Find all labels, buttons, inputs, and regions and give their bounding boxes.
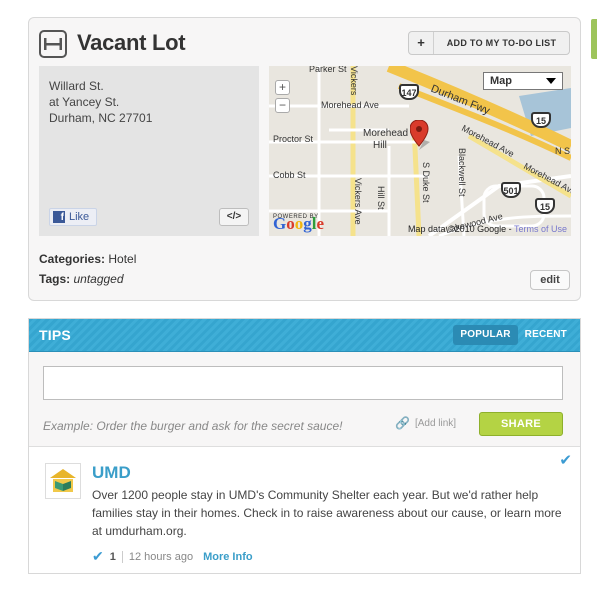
map-street-label: Morehead — [363, 128, 409, 139]
map-street-label: N S — [555, 146, 571, 156]
add-to-todo-label: ADD TO MY TO-DO LIST — [446, 38, 557, 48]
facebook-like-button[interactable]: f Like — [49, 208, 97, 226]
route-shield-icon: 501 — [501, 182, 521, 198]
tip-item: UMD ✔ Over 1200 people stay in UMD's Com… — [29, 447, 580, 573]
map-credit: Map data ©2010 Google - Terms of Use — [408, 224, 567, 234]
map-street-label: Blackwell St — [457, 148, 467, 197]
address-line: Durham, NC 27701 — [49, 111, 153, 125]
address-line: at Yancey St. — [49, 95, 120, 109]
map-street-label: Morehead Ave — [321, 100, 379, 110]
category-link[interactable]: Hotel — [108, 252, 136, 266]
divider — [121, 550, 123, 563]
plus-icon: + — [409, 32, 434, 54]
route-shield-icon: 147 — [399, 84, 419, 100]
share-button[interactable]: SHARE — [479, 412, 563, 436]
venue-category-icon — [39, 30, 67, 58]
map-street-label: Hill — [373, 140, 387, 151]
tags-value: untagged — [73, 272, 124, 286]
link-icon: 🔗 — [395, 416, 410, 430]
route-shield-icon: 15 — [531, 112, 551, 128]
map-street-label: Vickers — [349, 66, 359, 96]
add-link-label: [Add link] — [414, 417, 457, 429]
embed-button[interactable]: </> — [219, 208, 249, 226]
tips-header: TIPS POPULAR RECENT — [29, 319, 580, 352]
map-pin-icon[interactable] — [410, 120, 432, 152]
map-street-label: S Duke St — [421, 162, 431, 203]
umd-logo-icon — [50, 469, 76, 492]
categories-label: Categories: — [39, 252, 106, 266]
venue-card: Vacant Lot + ADD TO MY TO-DO LIST Willar… — [28, 17, 581, 301]
tips-tabs: POPULAR RECENT — [453, 325, 574, 345]
map-type-label: Map — [490, 75, 512, 87]
terms-of-use-link[interactable]: Terms of Use — [514, 224, 567, 234]
zoom-in-button[interactable]: + — [275, 80, 290, 95]
tab-popular[interactable]: POPULAR — [453, 325, 518, 345]
avatar[interactable] — [45, 463, 81, 499]
tip-text: Over 1200 people stay in UMD's Community… — [92, 488, 562, 538]
map-street-label: Parker St — [309, 66, 347, 74]
map-street-label: Vickers Ave — [353, 178, 363, 225]
tip-example-text: Example: Order the burger and ask for th… — [43, 419, 343, 433]
tip-timestamp: 12 hours ago — [128, 550, 194, 563]
map-type-select[interactable]: Map — [483, 72, 563, 90]
side-tab — [591, 19, 597, 59]
map-street-label: Proctor St — [273, 134, 314, 144]
tags-label: Tags: — [39, 272, 71, 286]
categories-row: Categories: Hotel — [39, 252, 136, 266]
map-street-label: Cobb St — [273, 170, 306, 180]
map-street-label: Hill St — [376, 186, 386, 210]
tips-title: TIPS — [39, 327, 71, 343]
address-line: Willard St. — [49, 79, 104, 93]
dropdown-arrow-icon — [546, 78, 556, 84]
add-link-button[interactable]: 🔗 [Add link] — [395, 416, 456, 430]
tip-input[interactable] — [43, 366, 563, 400]
venue-address: Willard St. at Yancey St. Durham, NC 277… — [49, 78, 152, 126]
tip-author-link[interactable]: UMD — [92, 463, 131, 483]
facebook-icon: f — [53, 211, 65, 223]
zoom-out-button[interactable]: − — [275, 98, 290, 113]
tab-recent[interactable]: RECENT — [518, 325, 574, 345]
address-panel: Willard St. at Yancey St. Durham, NC 277… — [39, 66, 259, 236]
tip-form: Example: Order the burger and ask for th… — [29, 352, 580, 447]
tags-row: Tags: untagged — [39, 272, 124, 286]
done-checkmark-icon[interactable]: ✔ — [92, 548, 104, 565]
add-to-todo-button[interactable]: + ADD TO MY TO-DO LIST — [408, 31, 570, 55]
google-logo: Google — [273, 214, 325, 233]
route-shield-icon: 15 — [535, 198, 555, 214]
venue-header: Vacant Lot + ADD TO MY TO-DO LIST — [39, 28, 570, 64]
map-data-credit: Map data ©2010 Google - — [407, 224, 514, 234]
done-count: 1 — [109, 550, 116, 563]
more-info-link[interactable]: More Info — [203, 551, 253, 563]
map[interactable]: + − Parker St Vickers Morehead Ave Durha… — [269, 66, 571, 236]
tips-card: TIPS POPULAR RECENT Example: Order the b… — [28, 318, 581, 574]
checkmark-icon[interactable]: ✔ — [559, 451, 572, 469]
venue-title: Vacant Lot — [77, 30, 186, 55]
edit-button[interactable]: edit — [530, 270, 570, 290]
like-label: Like — [69, 211, 90, 223]
tip-meta: ✔ 1 12 hours ago More Info — [92, 548, 253, 565]
